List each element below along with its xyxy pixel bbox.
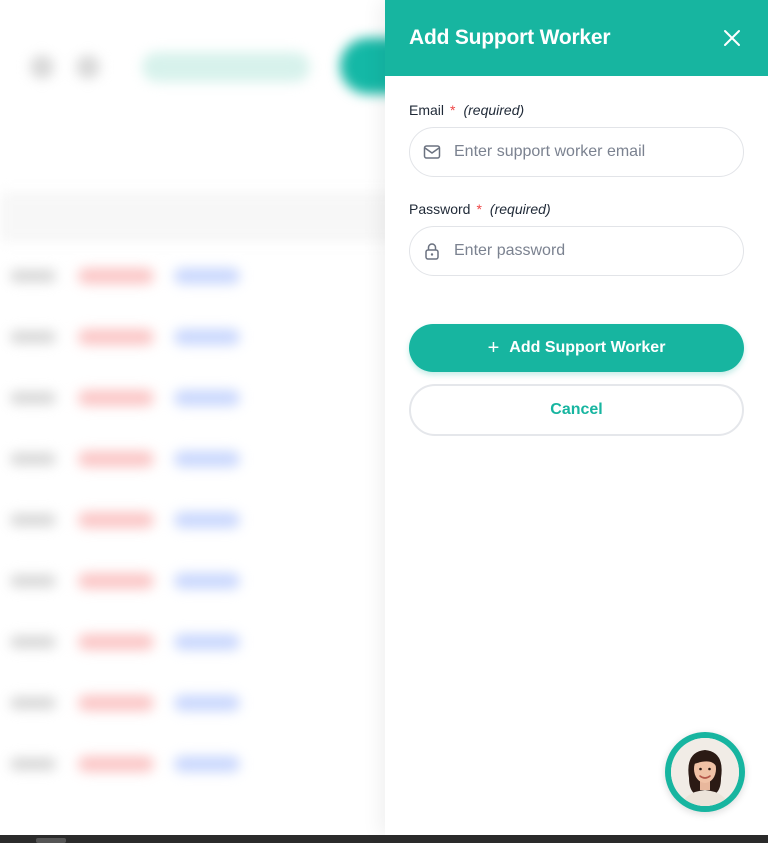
assistant-avatar xyxy=(671,738,739,806)
envelope-icon xyxy=(422,142,442,162)
password-field[interactable] xyxy=(454,242,714,260)
plus-icon: + xyxy=(487,337,500,359)
lock-icon xyxy=(422,241,442,261)
email-label-text: Email xyxy=(409,102,445,118)
password-label: Password * (required) xyxy=(409,201,744,217)
password-label-text: Password xyxy=(409,201,471,217)
background-avatar xyxy=(76,55,100,79)
background-pill xyxy=(142,52,310,82)
drawer-title: Add Support Worker xyxy=(409,26,611,49)
cancel-button[interactable]: Cancel xyxy=(409,384,744,436)
password-field-wrapper[interactable] xyxy=(409,226,744,276)
email-label: Email * (required) xyxy=(409,102,744,118)
required-note: (required) xyxy=(463,102,525,118)
avatar-portrait-icon xyxy=(671,738,739,806)
assistant-avatar-button[interactable] xyxy=(665,732,745,812)
add-support-worker-label: Add Support Worker xyxy=(509,339,666,356)
close-icon xyxy=(724,30,740,46)
cancel-label: Cancel xyxy=(550,401,603,418)
required-star: * xyxy=(476,201,482,217)
email-field-wrapper[interactable] xyxy=(409,127,744,177)
email-field[interactable] xyxy=(454,143,714,161)
drawer-header: Add Support Worker xyxy=(385,0,768,76)
background-avatar xyxy=(30,55,54,79)
required-note: (required) xyxy=(489,201,551,217)
support-worker-form: Email * (required) Password * (required) xyxy=(385,76,768,436)
required-star: * xyxy=(450,102,456,118)
taskbar-strip xyxy=(0,835,768,843)
close-button[interactable] xyxy=(720,26,744,50)
add-support-worker-drawer: Add Support Worker Email * (required) Pa… xyxy=(385,0,768,835)
add-support-worker-button[interactable]: + Add Support Worker xyxy=(409,324,744,372)
